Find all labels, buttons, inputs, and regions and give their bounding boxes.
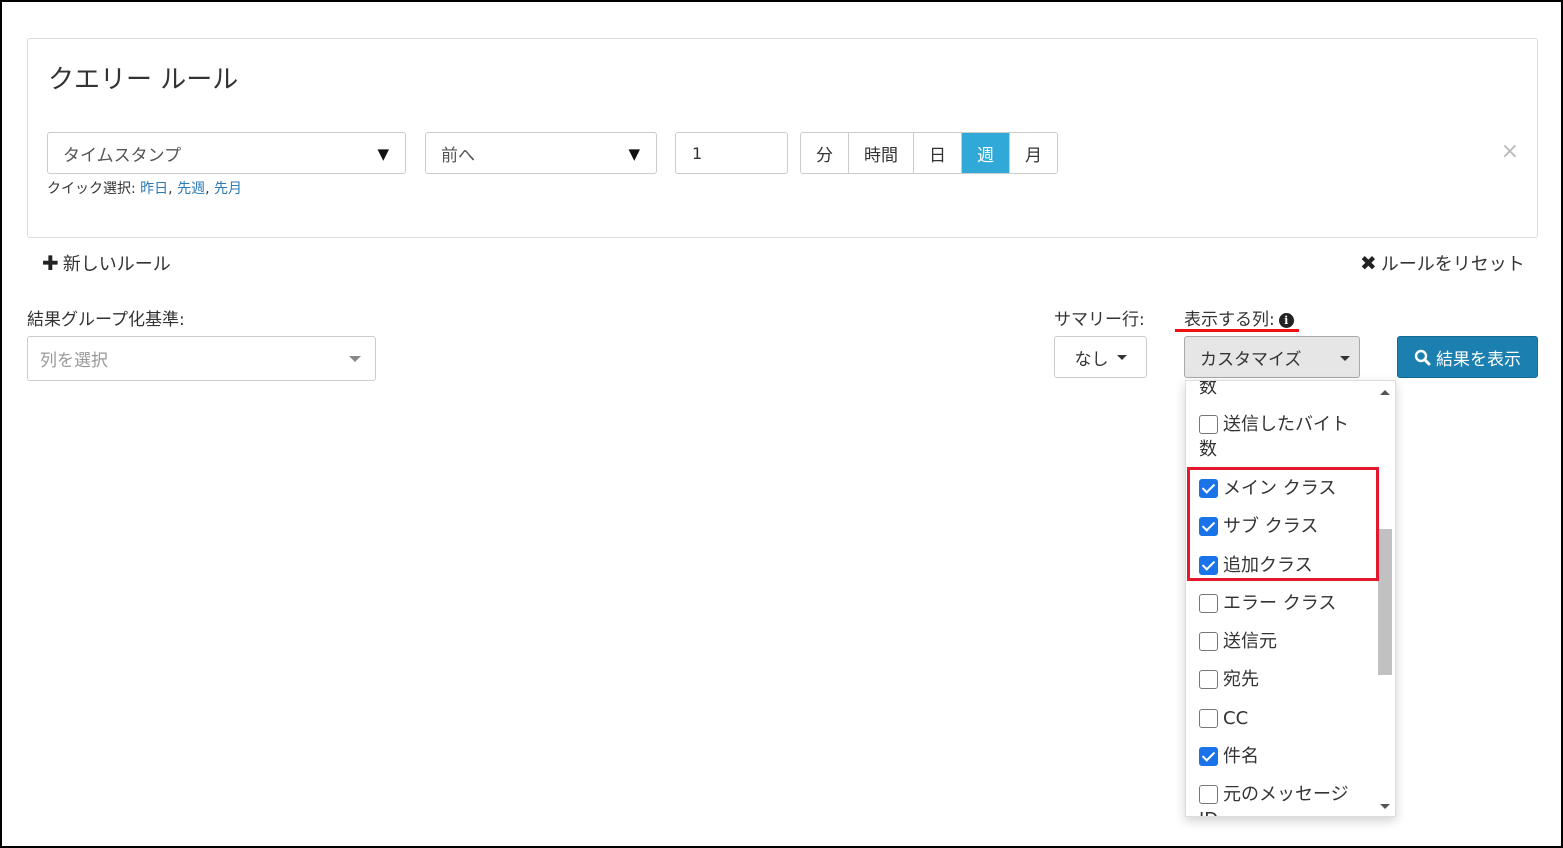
list-item-label: 送信元 (1223, 631, 1277, 652)
list-item-partial: 数 (1199, 380, 1217, 400)
plus-icon: ✚ (42, 251, 59, 275)
scroll-thumb[interactable] (1378, 529, 1392, 675)
caret-down-icon (1340, 356, 1350, 361)
list-item-label: CC (1223, 708, 1249, 729)
group-by-placeholder: 列を選択 (40, 351, 108, 371)
list-item-label: 追加クラス (1223, 555, 1313, 576)
reset-rules-label: ルールをリセット (1380, 254, 1525, 275)
quick-link-last-week[interactable]: 先週 (177, 181, 205, 197)
columns-label-wrap: 表示する列: i (1184, 305, 1294, 330)
checkbox[interactable] (1199, 670, 1218, 689)
remove-rule-close-icon[interactable]: × (1501, 139, 1519, 164)
quick-link-yesterday[interactable]: 昨日 (140, 181, 168, 197)
show-results-label: 結果を表示 (1436, 349, 1521, 370)
summary-label: サマリー行: (1054, 310, 1145, 330)
list-item-label: メイン クラス (1223, 478, 1337, 499)
checkbox-checked[interactable] (1199, 556, 1218, 575)
caret-down-icon (1116, 354, 1127, 360)
quick-select-label: クイック選択: (47, 181, 141, 197)
list-item-label: 宛先 (1223, 669, 1259, 690)
list-item-bytes-sent[interactable]: 送信したバイト数 (1199, 412, 1349, 462)
field-select-value: タイムスタンプ (63, 145, 182, 166)
customize-columns-button[interactable]: カスタマイズ (1184, 336, 1360, 378)
unit-minute-button[interactable]: 分 (801, 133, 849, 173)
search-icon (1414, 349, 1431, 365)
list-item-label: 送信したバイト数 (1199, 414, 1349, 460)
unit-day-button[interactable]: 日 (914, 133, 962, 173)
list-item-label: エラー クラス (1223, 593, 1337, 614)
checkbox[interactable] (1199, 785, 1218, 804)
checkbox[interactable] (1199, 632, 1218, 651)
caret-down-icon: ▼ (377, 145, 389, 163)
direction-select-value: 前へ (441, 145, 475, 166)
list-item-sender[interactable]: 送信元 (1199, 629, 1277, 654)
annotation-underline (1175, 329, 1299, 332)
new-rule-link[interactable]: ✚ 新しいルール (42, 250, 171, 276)
columns-label: 表示する列: (1184, 310, 1275, 330)
time-unit-group: 分 時間 日 週 月 (800, 132, 1058, 174)
field-select[interactable]: タイムスタンプ ▼ (47, 132, 406, 174)
list-item-recipient[interactable]: 宛先 (1199, 667, 1259, 692)
group-by-label: 結果グループ化基準: (27, 310, 185, 330)
x-icon: ✖ (1360, 251, 1377, 275)
scroll-up-arrow-icon[interactable] (1380, 390, 1390, 395)
checkbox[interactable] (1199, 594, 1218, 613)
columns-dropdown-list: 数 送信したバイト数 メイン クラス サブ クラス 追加クラス エラー クラス … (1185, 380, 1396, 817)
panel-title: クエリー ルール (48, 65, 239, 95)
new-rule-label: 新しいルール (62, 254, 171, 275)
list-item-cc[interactable]: CC (1199, 706, 1248, 731)
checkbox-checked[interactable] (1199, 517, 1218, 536)
list-item-label: サブ クラス (1223, 516, 1319, 537)
info-icon[interactable]: i (1278, 313, 1294, 328)
checkbox-checked[interactable] (1199, 479, 1218, 498)
list-item-label: 数 (1199, 380, 1217, 398)
list-item-subject[interactable]: 件名 (1199, 744, 1259, 769)
amount-input[interactable] (675, 132, 788, 174)
scroll-down-arrow-icon[interactable] (1380, 804, 1390, 809)
list-item-error-class[interactable]: エラー クラス (1199, 591, 1336, 616)
list-item-original-message-id[interactable]: 元のメッセージID (1199, 782, 1349, 816)
list-item-main-class[interactable]: メイン クラス (1199, 476, 1336, 501)
summary-value: なし (1074, 349, 1109, 370)
show-results-button[interactable]: 結果を表示 (1397, 336, 1538, 378)
list-item-sub-class[interactable]: サブ クラス (1199, 514, 1318, 539)
group-by-select[interactable]: 列を選択 (27, 336, 376, 381)
list-item-label: 件名 (1223, 746, 1259, 767)
checkbox[interactable] (1199, 709, 1218, 728)
checkbox-checked[interactable] (1199, 747, 1218, 766)
caret-down-icon: ▼ (628, 145, 640, 163)
dropdown-scrollbar[interactable] (1375, 381, 1395, 816)
quick-link-last-month[interactable]: 先月 (214, 181, 242, 197)
quick-select: クイック選択: 昨日, 先週, 先月 (47, 181, 242, 197)
unit-week-button[interactable]: 週 (962, 133, 1010, 173)
unit-month-button[interactable]: 月 (1010, 133, 1057, 173)
customize-label: カスタマイズ (1200, 349, 1302, 370)
list-item-extra-class[interactable]: 追加クラス (1199, 553, 1313, 578)
caret-down-icon (349, 356, 361, 362)
summary-dropdown-button[interactable]: なし (1054, 336, 1147, 378)
list-item-label: 元のメッセージID (1199, 784, 1349, 816)
direction-select[interactable]: 前へ ▼ (425, 132, 657, 174)
unit-hour-button[interactable]: 時間 (849, 133, 914, 173)
reset-rules-link[interactable]: ✖ ルールをリセット (1360, 250, 1525, 276)
checkbox[interactable] (1199, 415, 1218, 434)
query-rule-panel: クエリー ルール タイムスタンプ ▼ 前へ ▼ 分 時間 日 週 月 クイック選… (27, 38, 1538, 238)
